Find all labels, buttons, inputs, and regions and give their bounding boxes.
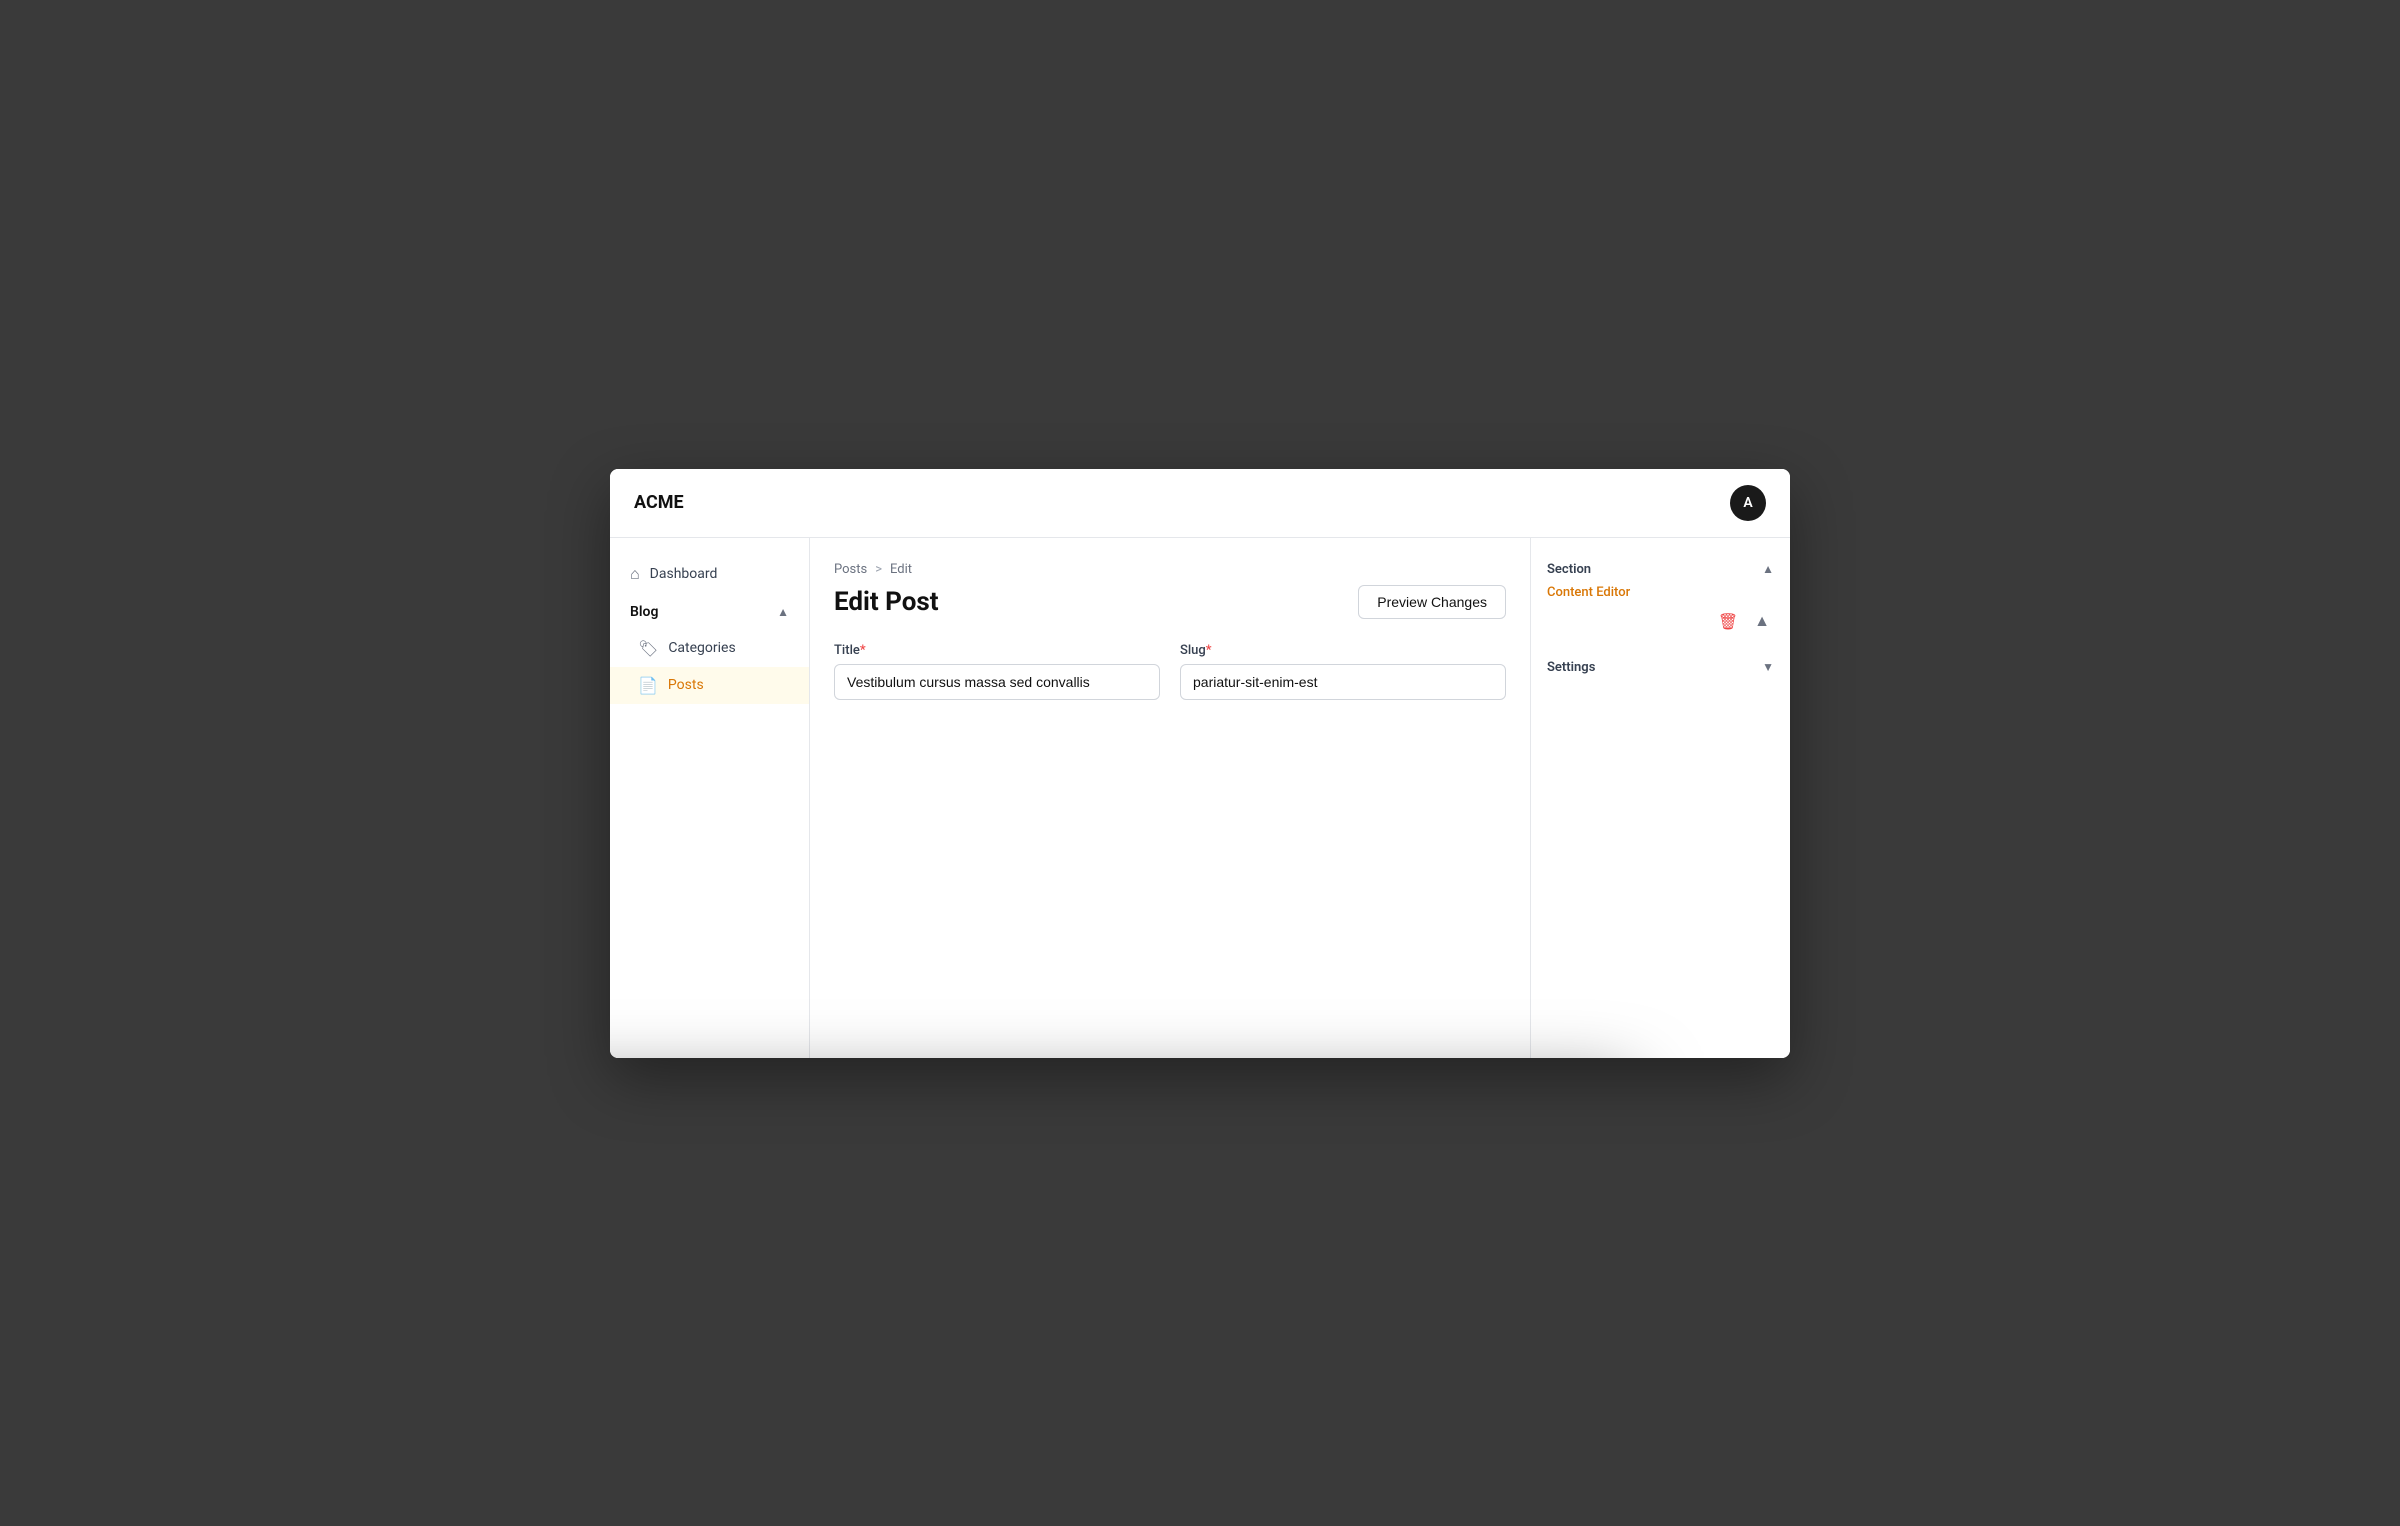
home-icon: ⌂: [630, 564, 640, 584]
chevron-up-icon-2: ▲: [1762, 562, 1774, 576]
sidebar: ⌂ Dashboard Blog ▲ 🏷 Categories 📄 Posts: [610, 538, 810, 1058]
right-panel-section-title: Section: [1547, 562, 1591, 577]
breadcrumb-parent[interactable]: Posts: [834, 562, 867, 577]
move-up-button[interactable]: ▲: [1750, 608, 1774, 636]
title-required: *: [860, 643, 866, 658]
content-editor-label: Content Editor: [1547, 585, 1774, 600]
title-input[interactable]: [834, 664, 1160, 700]
sidebar-item-categories[interactable]: 🏷 Categories: [610, 630, 809, 667]
tag-icon: 🏷: [638, 639, 658, 658]
cms-header: ACME A: [610, 469, 1790, 538]
document-icon: 📄: [638, 676, 658, 695]
chevron-down-icon: ▼: [1762, 660, 1774, 674]
slug-input[interactable]: [1180, 664, 1506, 700]
app-logo: ACME: [634, 492, 684, 513]
page-title-row: Edit Post Preview Changes: [834, 585, 1506, 619]
delete-button[interactable]: 🗑: [1714, 608, 1742, 636]
avatar[interactable]: A: [1730, 485, 1766, 521]
title-label: Title*: [834, 643, 1160, 658]
right-panel-section: Section ▲ Content Editor 🗑 ▲: [1547, 554, 1774, 636]
slug-required: *: [1206, 643, 1212, 658]
cms-body: ⌂ Dashboard Blog ▲ 🏷 Categories 📄 Posts …: [610, 538, 1790, 1058]
chevron-up-icon: ▲: [777, 605, 789, 619]
posts-label: Posts: [668, 677, 704, 693]
right-panel: Section ▲ Content Editor 🗑 ▲ Settings ▼: [1530, 538, 1790, 1058]
dashboard-label: Dashboard: [650, 566, 718, 582]
cms-window: ACME A ⌂ Dashboard Blog ▲ 🏷 Categories 📄…: [610, 469, 1790, 1058]
breadcrumb: Posts > Edit: [834, 562, 1506, 577]
cms-main: Posts > Edit Edit Post Preview Changes T…: [810, 538, 1530, 1058]
sidebar-blog-section[interactable]: Blog ▲: [610, 594, 809, 630]
right-panel-section2[interactable]: Settings ▼: [1547, 652, 1774, 683]
breadcrumb-separator: >: [875, 562, 882, 577]
categories-label: Categories: [668, 640, 735, 656]
right-panel-toggle[interactable]: Section ▲: [1547, 554, 1774, 585]
right-panel-section2-title: Settings: [1547, 660, 1595, 675]
blog-section-label: Blog: [630, 604, 658, 620]
page-title: Edit Post: [834, 587, 939, 617]
sidebar-item-posts[interactable]: 📄 Posts: [610, 667, 809, 704]
form-row: Title* Slug*: [834, 643, 1506, 700]
breadcrumb-current: Edit: [890, 562, 912, 577]
slug-label: Slug*: [1180, 643, 1506, 658]
preview-changes-button[interactable]: Preview Changes: [1358, 585, 1506, 619]
right-panel-actions: 🗑 ▲: [1547, 608, 1774, 636]
sidebar-item-dashboard[interactable]: ⌂ Dashboard: [610, 554, 809, 594]
title-group: Title*: [834, 643, 1160, 700]
slug-group: Slug*: [1180, 643, 1506, 700]
